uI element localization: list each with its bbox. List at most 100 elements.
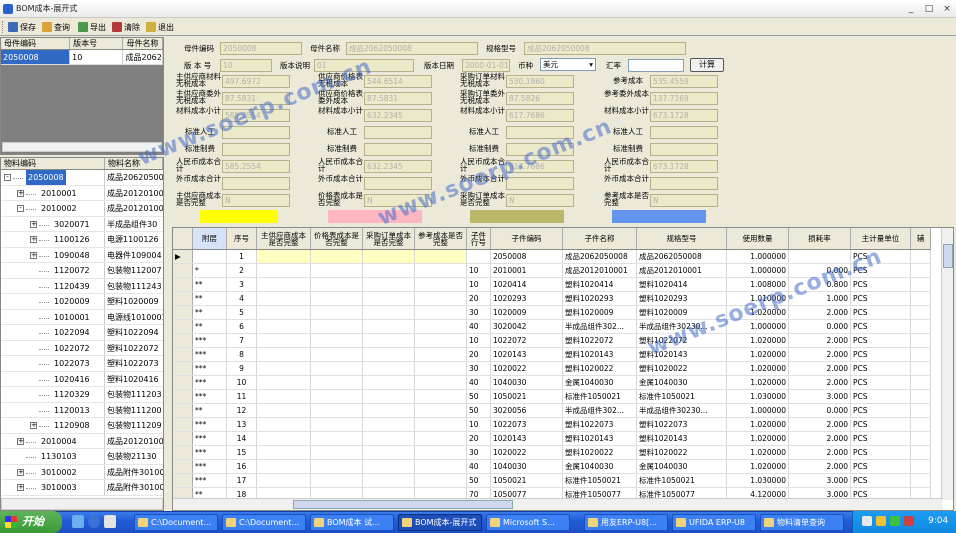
tree-row[interactable]: 1022073 塑料1022073: [1, 356, 163, 372]
grid-row[interactable]: *** 15 30 1020022 塑料1020022 塑料1020022 1.020000…: [173, 446, 931, 460]
grid-header-cell[interactable]: 子件行号: [467, 228, 491, 249]
tree-row[interactable]: +1100126 电源1100126: [1, 232, 163, 248]
taskbar-button[interactable]: C:\Document...: [222, 514, 306, 531]
query-button[interactable]: 查询: [42, 20, 70, 34]
grid-vscroll-thumb[interactable]: [943, 244, 953, 268]
tree-row[interactable]: 1120439 包装物111243: [1, 278, 163, 294]
expand-icon[interactable]: +: [30, 422, 37, 429]
cost-value-field[interactable]: 535.4559: [650, 75, 718, 88]
grid-header-cell[interactable]: 主供应商成本是否完整: [257, 228, 311, 249]
tree-row[interactable]: - 2010002 成品20120100: [1, 201, 163, 217]
grid-header-cell[interactable]: 参考成本是否完整: [415, 228, 467, 249]
version-field[interactable]: 10: [220, 59, 272, 72]
parent-code-field[interactable]: 2050008: [220, 42, 302, 55]
tree-row[interactable]: 1120329 包装物111203: [1, 387, 163, 403]
save-button[interactable]: 保存: [8, 20, 36, 34]
cost-value-field[interactable]: [364, 126, 432, 139]
taskbar-button[interactable]: 用友ERP-U8[...: [584, 514, 668, 531]
taskbar-button[interactable]: BOM成本-展开式: [398, 514, 482, 531]
tree-row[interactable]: +1090048 电器件109004: [1, 247, 163, 263]
calculate-button[interactable]: 计算: [690, 58, 724, 72]
grid-row[interactable]: *** 10 40 1040030 金属1040030 金属1040030 1.020000…: [173, 376, 931, 390]
export-button[interactable]: 导出: [78, 20, 106, 34]
tree-row[interactable]: +3010002 成品附件30100: [1, 464, 163, 480]
grid-header-cell[interactable]: 使用数量: [727, 228, 789, 249]
cost-value-field[interactable]: 632.2345: [364, 109, 432, 122]
expand-icon[interactable]: +: [30, 236, 37, 243]
grid-row[interactable]: ▶ 1 2050008 成品2062050008 成品2062050008 1.00000…: [173, 250, 931, 264]
cost-value-field[interactable]: 137.7169: [650, 92, 718, 105]
currency-select[interactable]: 美元 ▾: [540, 58, 596, 71]
grid-header-cell[interactable]: 价格表成本是否完整: [311, 228, 363, 249]
grid-hscroll[interactable]: [173, 498, 943, 510]
tray-alert-icon[interactable]: [904, 516, 914, 526]
tree-row[interactable]: 1022072 塑料1022072: [1, 340, 163, 356]
grid-header-cell[interactable]: 子件编码: [491, 228, 563, 249]
version-date-field[interactable]: 2000-01-01: [462, 59, 510, 72]
expand-icon[interactable]: +: [30, 251, 37, 259]
grid-header-cell[interactable]: [173, 228, 193, 249]
cost-value-field[interactable]: [364, 143, 432, 156]
collapse-icon[interactable]: -: [17, 205, 24, 212]
cost-value-field[interactable]: 632.2345: [364, 160, 432, 173]
cost-value-field[interactable]: [506, 177, 574, 190]
tree-row[interactable]: 1022094 塑料1022094: [1, 325, 163, 341]
taskbar-button[interactable]: 物料清单查询: [760, 514, 844, 531]
rate-input[interactable]: [628, 59, 684, 72]
grid-row[interactable]: *** 8 20 1020143 塑料1020143 塑料1020143 1.020000 2…: [173, 348, 931, 362]
grid-row[interactable]: *** 17 50 1050021 标准件1050021 标准件1050021 1.0300…: [173, 474, 931, 488]
tree-hscroll[interactable]: [1, 498, 163, 510]
grid-header-cell[interactable]: 附层: [193, 228, 227, 249]
grid-row[interactable]: ** 5 30 1020009 塑料1020009 塑料1020009 1.020000 2.…: [173, 306, 931, 320]
tree-row[interactable]: 1120013 包装物111200: [1, 402, 163, 418]
cost-value-field[interactable]: [222, 177, 290, 190]
taskbar-button[interactable]: BOM成本 试...: [310, 514, 394, 531]
tray-ime-icon[interactable]: [876, 516, 886, 526]
parent-list-header-code[interactable]: 母件编码: [1, 38, 71, 49]
tree-row[interactable]: - 2050008 成品20620500: [1, 170, 163, 186]
cost-value-field[interactable]: 530.1860: [506, 75, 574, 88]
grid-row[interactable]: ** 6 40 3020042 半成品组件302... 半成品组件30230... 1.00…: [173, 320, 931, 334]
expand-icon[interactable]: +: [17, 468, 24, 476]
cost-value-field[interactable]: N: [506, 194, 574, 207]
grid-row[interactable]: ** 12 50 3020056 半成品组件302... 半成品组件30230... 1.0…: [173, 404, 931, 418]
tree-row[interactable]: +3010003 成品附件30100: [1, 480, 163, 496]
expand-icon[interactable]: +: [17, 189, 24, 197]
expand-icon[interactable]: +: [30, 220, 37, 228]
grid-header-cell[interactable]: 采购订单成本是否完整: [363, 228, 415, 249]
tree-row[interactable]: 1020416 塑料1020416: [1, 371, 163, 387]
grid-header-cell[interactable]: 辅: [911, 228, 931, 249]
tree-row[interactable]: +3020071 半成品组件30: [1, 216, 163, 232]
parent-list-row[interactable]: 2050008 10 成品2062050: [1, 50, 163, 65]
tree-row[interactable]: +1120908 包装物111209: [1, 418, 163, 434]
clear-button[interactable]: 清除: [112, 20, 140, 34]
spec-field[interactable]: 成品2062050008: [524, 42, 686, 55]
tray-security-icon[interactable]: [890, 516, 900, 526]
exit-button[interactable]: 退出: [146, 20, 174, 34]
taskbar-button[interactable]: Microsoft S...: [486, 514, 570, 531]
grid-header-cell[interactable]: 序号: [227, 228, 257, 249]
close-button[interactable]: ×: [940, 4, 954, 14]
cost-value-field[interactable]: [222, 143, 290, 156]
cost-value-field[interactable]: N: [222, 194, 290, 207]
tree-row[interactable]: +2010004 成品20120100: [1, 433, 163, 449]
grid-row[interactable]: *** 14 20 1020143 塑料1020143 塑料1020143 1.020000…: [173, 432, 931, 446]
expand-icon[interactable]: +: [17, 484, 24, 491]
cost-value-field[interactable]: 497.6972: [222, 75, 290, 88]
minimize-button[interactable]: _: [904, 4, 918, 14]
tree-row[interactable]: 1120072 包装物112007: [1, 263, 163, 279]
grid-vscroll[interactable]: [941, 228, 953, 500]
expand-icon[interactable]: +: [17, 437, 24, 445]
cost-value-field[interactable]: [650, 126, 718, 139]
tree-row[interactable]: 1130103 包装物21130: [1, 449, 163, 465]
grid-header-cell[interactable]: 损耗率: [789, 228, 851, 249]
cost-value-field[interactable]: 87.5826: [506, 92, 574, 105]
cost-value-field[interactable]: 673.1728: [650, 160, 718, 173]
grid-row[interactable]: *** 13 10 1022073 塑料1022073 塑料1022073 1.020000…: [173, 418, 931, 432]
parent-list-header-name[interactable]: 母件名称: [123, 38, 163, 49]
tree-row[interactable]: 1020009 塑料1020009: [1, 294, 163, 310]
tree-row[interactable]: 1010001 电源线1010001: [1, 309, 163, 325]
grid-row[interactable]: *** 9 30 1020022 塑料1020022 塑料1020022 1.020000 2…: [173, 362, 931, 376]
cost-value-field[interactable]: 87.5831: [364, 92, 432, 105]
grid-row[interactable]: *** 11 50 1050021 标准件1050021 标准件1050021 1.0300…: [173, 390, 931, 404]
